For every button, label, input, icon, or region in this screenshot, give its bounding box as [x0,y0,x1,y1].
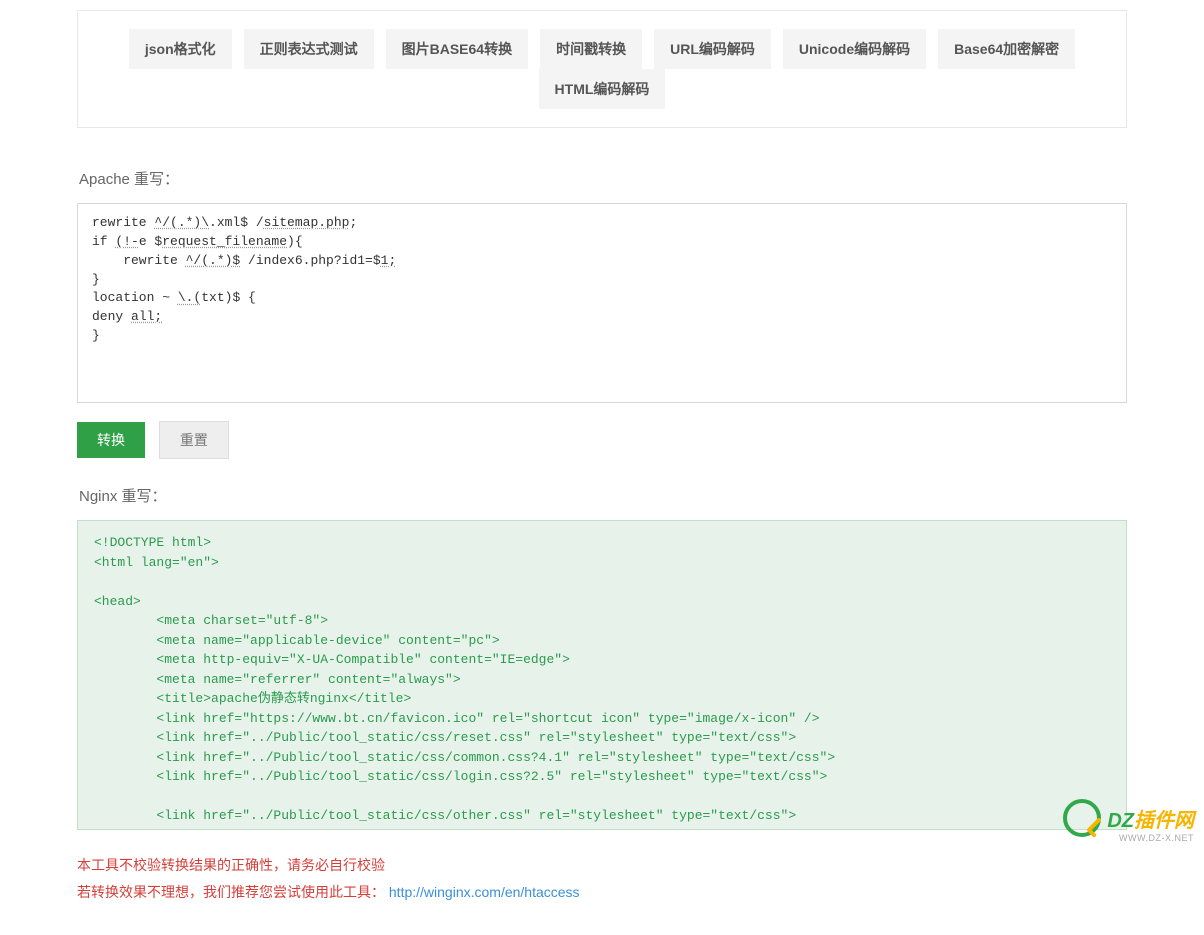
nginx-output[interactable]: <!DOCTYPE html> <html lang="en"> <head> … [77,520,1127,830]
warning-block: 本工具不校验转换结果的正确性，请务必自行校验 若转换效果不理想，我们推荐您尝试使… [77,852,1127,905]
reset-button[interactable]: 重置 [159,421,229,459]
tool-btn-6[interactable]: Base64加密解密 [938,29,1075,69]
tool-btn-7[interactable]: HTML编码解码 [539,69,666,109]
logo-icon [1063,799,1101,837]
tool-btn-5[interactable]: Unicode编码解码 [783,29,926,69]
button-row: 转换 重置 [77,421,1127,459]
warning-line2-prefix: 若转换效果不理想，我们推荐您尝试使用此工具： [77,884,385,900]
site-logo[interactable]: DZ插件网 WWW.DZ-X.NET [1063,799,1194,837]
logo-text: DZ插件网 [1107,810,1194,832]
tool-btn-1[interactable]: 正则表达式测试 [244,29,374,69]
tool-btn-3[interactable]: 时间戳转换 [540,29,642,69]
logo-subtext: WWW.DZ-X.NET [1119,833,1194,843]
apache-label: Apache 重写： [79,168,1127,189]
tool-toolbar: json格式化正则表达式测试图片BASE64转换时间戳转换 URL编码解码 Unic… [77,10,1127,128]
tool-btn-4[interactable]: URL编码解码 [654,29,771,69]
warning-line2: 若转换效果不理想，我们推荐您尝试使用此工具： http://winginx.co… [77,879,1127,906]
tool-btn-0[interactable]: json格式化 [129,29,232,69]
warning-line1: 本工具不校验转换结果的正确性，请务必自行校验 [77,852,1127,879]
warning-link[interactable]: http://winginx.com/en/htaccess [389,884,580,900]
nginx-label: Nginx 重写： [79,485,1127,506]
convert-button[interactable]: 转换 [77,422,145,458]
tool-btn-2[interactable]: 图片BASE64转换 [386,29,528,69]
apache-code-input[interactable]: rewrite ^/(.*)\.xml$ /sitemap.php; if (!… [77,203,1127,403]
